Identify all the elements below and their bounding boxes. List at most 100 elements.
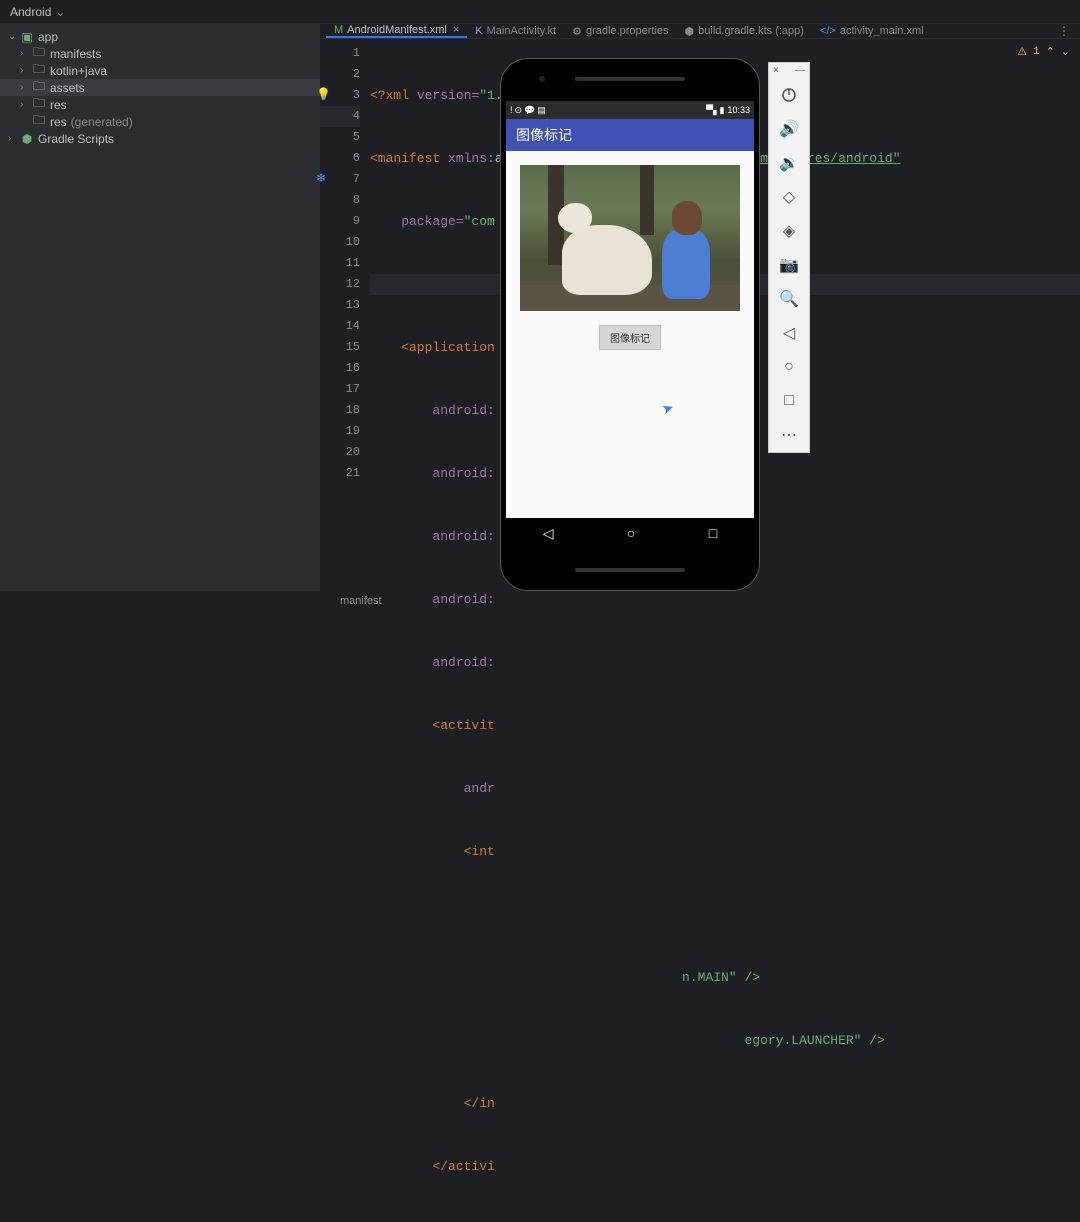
folder-icon: 🗀 (30, 111, 48, 132)
phone-frame: ! ⊙ 💬 ▤ ▝▚ ▮ 10:33 图像标记 (500, 58, 760, 591)
status-time: 10:33 (727, 105, 750, 115)
home-button[interactable]: ○ (769, 350, 809, 384)
power-button[interactable] (769, 78, 809, 112)
android-status-bar: ! ⊙ 💬 ▤ ▝▚ ▮ 10:33 (506, 101, 754, 119)
line-number: 16 (320, 358, 360, 379)
tree-label: manifests (50, 47, 101, 61)
tree-annotation: (generated) (71, 115, 133, 129)
xml-file-icon: M (334, 24, 343, 36)
tree-res[interactable]: › 🗀 res (0, 96, 320, 113)
message-icon: ▤ (537, 105, 546, 116)
tab-label: build.gradle.kts (:app) (698, 25, 804, 37)
bulb-icon[interactable]: 💡 (316, 85, 331, 106)
tab-main-activity[interactable]: K MainActivity.kt (467, 24, 564, 38)
line-number: 1 (320, 43, 360, 64)
nav-home-icon[interactable]: ○ (627, 525, 635, 541)
line-number: 17 (320, 379, 360, 400)
app-icon[interactable]: ❄ (316, 169, 326, 190)
notification-icon: ⊙ (515, 105, 523, 116)
tree-manifests[interactable]: › 🗀 manifests (0, 45, 320, 62)
tree-kotlin-java[interactable]: › 🗀 kotlin+java (0, 62, 320, 79)
chevron-right-icon: › (20, 99, 30, 110)
tab-build-gradle[interactable]: ⬢ build.gradle.kts (:app) (677, 24, 812, 38)
chevron-right-icon: › (20, 82, 30, 93)
chevron-down-icon: ⌄ (8, 31, 18, 42)
nav-back-icon[interactable]: ◁ (543, 525, 554, 542)
chevron-right-icon: › (20, 48, 30, 59)
tree-assets[interactable]: › 🗀 assets (0, 79, 320, 96)
overview-button[interactable]: □ (769, 384, 809, 418)
editor-tabs: M AndroidManifest.xml × K MainActivity.k… (320, 24, 1080, 39)
close-icon[interactable]: × (453, 24, 459, 36)
project-tree: ⌄ ▣ app › 🗀 manifests › 🗀 kotlin+java › … (0, 24, 320, 591)
app-title: 图像标记 (516, 125, 572, 145)
tab-label: gradle.properties (586, 25, 669, 37)
line-number: 💡3 (320, 85, 360, 106)
line-number: 8 (320, 190, 360, 211)
line-number: 6 (320, 148, 360, 169)
tabs-menu-icon[interactable]: ⋮ (1048, 24, 1080, 38)
line-number: 9 (320, 211, 360, 232)
app-toolbar: 图像标记 (506, 119, 754, 151)
tree-label: kotlin+java (50, 64, 107, 78)
more-button[interactable]: ⋯ (769, 418, 809, 452)
zoom-button[interactable]: 🔍 (769, 282, 809, 316)
top-bar: Android ⌄ (0, 0, 1080, 24)
line-number: 4 (320, 106, 360, 127)
chevron-down-icon[interactable]: ⌄ (55, 5, 65, 19)
chat-icon: 💬 (524, 105, 535, 116)
phone-screen[interactable]: ! ⊙ 💬 ▤ ▝▚ ▮ 10:33 图像标记 (506, 101, 754, 548)
tree-label: assets (50, 81, 85, 95)
line-number: 18 (320, 400, 360, 421)
emulator-window: ! ⊙ 💬 ▤ ▝▚ ▮ 10:33 图像标记 (500, 58, 762, 598)
android-nav-bar: ◁ ○ □ (506, 518, 754, 548)
gradle-file-icon: ⬢ (685, 25, 695, 38)
tree-label: res (50, 115, 67, 129)
layout-file-icon: </> (820, 25, 836, 37)
rotate-left-button[interactable]: ◇ (769, 180, 809, 214)
chevron-right-icon: › (8, 133, 18, 144)
tab-android-manifest[interactable]: M AndroidManifest.xml × (326, 24, 467, 38)
tree-label: res (50, 98, 67, 112)
screenshot-button[interactable]: 📷 (769, 248, 809, 282)
volume-down-button[interactable]: 🔉 (769, 146, 809, 180)
tab-gradle-properties[interactable]: ⚙ gradle.properties (564, 24, 676, 38)
line-number: 10 (320, 232, 360, 253)
gutter: 1 2 💡3 4 5 6 ❄7 8 9 10 11 12 13 14 15 16… (320, 39, 370, 1222)
kotlin-file-icon: K (475, 25, 482, 37)
line-number: 21 (320, 463, 360, 484)
battery-icon: ▮ (720, 105, 725, 116)
back-button[interactable]: ◁ (769, 316, 809, 350)
project-title[interactable]: Android (10, 5, 51, 19)
emulator-toolbar: × — 🔊 🔉 ◇ ◈ 📷 🔍 ◁ ○ □ ⋯ (768, 62, 810, 453)
app-content: 图像标记 (506, 151, 754, 364)
line-number: 12 (320, 274, 360, 295)
app-image (520, 165, 740, 311)
tree-gradle-scripts[interactable]: › ⬢ Gradle Scripts (0, 130, 320, 147)
line-number: 2 (320, 64, 360, 85)
collapse-icon[interactable]: — (795, 65, 805, 76)
minimize-icon[interactable]: × (773, 65, 779, 76)
line-number: 11 (320, 253, 360, 274)
phone-camera (539, 76, 545, 82)
tree-label: app (38, 30, 58, 44)
signal-icon: ▝▚ (703, 105, 717, 116)
phone-speaker (575, 77, 685, 81)
tree-res-generated[interactable]: 🗀 res (generated) (0, 113, 320, 130)
tree-app[interactable]: ⌄ ▣ app (0, 28, 320, 45)
tab-label: MainActivity.kt (487, 25, 556, 37)
tab-label: AndroidManifest.xml (347, 24, 447, 36)
nav-overview-icon[interactable]: □ (709, 525, 717, 541)
line-number: 19 (320, 421, 360, 442)
line-number: 5 (320, 127, 360, 148)
line-number: 14 (320, 316, 360, 337)
line-number: 20 (320, 442, 360, 463)
tree-label: Gradle Scripts (38, 132, 114, 146)
gradle-icon: ⬢ (18, 132, 36, 146)
volume-up-button[interactable]: 🔊 (769, 112, 809, 146)
chevron-right-icon: › (20, 65, 30, 76)
rotate-right-button[interactable]: ◈ (769, 214, 809, 248)
label-image-button[interactable]: 图像标记 (599, 325, 661, 350)
tab-activity-main[interactable]: </> activity_main.xml (812, 24, 932, 38)
gear-icon: ⚙ (572, 25, 582, 38)
